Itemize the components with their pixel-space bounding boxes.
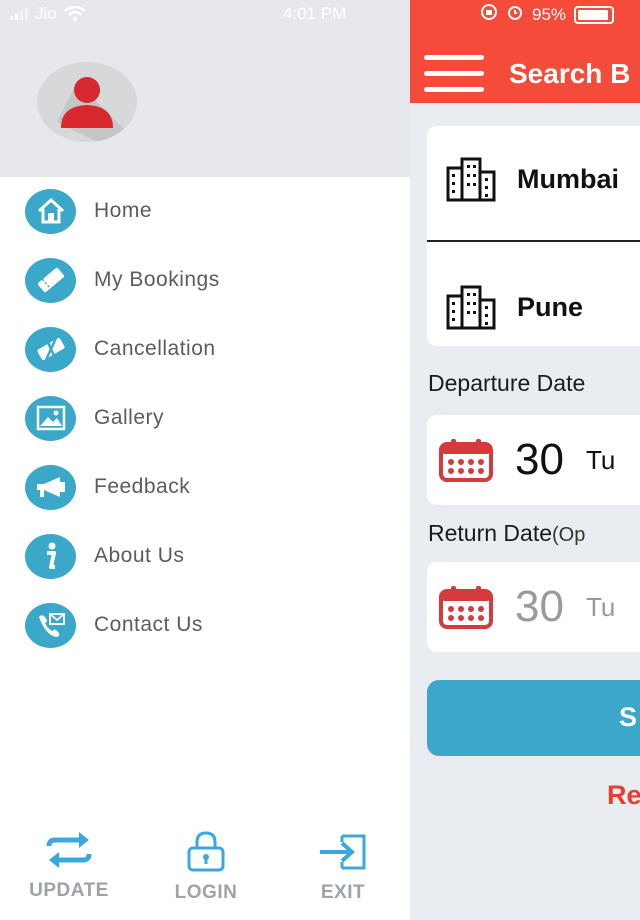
menu-item-label: My Bookings — [94, 268, 220, 291]
to-city-label: Pune — [517, 291, 584, 322]
megaphone-icon — [25, 464, 76, 510]
navigation-drawer: Jio 4:01 PM Home My Bookings Cancellatio… — [0, 0, 410, 920]
hamburger-menu-icon[interactable] — [424, 55, 484, 93]
avatar[interactable] — [37, 62, 137, 142]
calendar-icon — [439, 439, 493, 482]
battery-icon — [574, 5, 615, 24]
login-button[interactable]: LOGIN — [146, 830, 266, 920]
departure-date-field[interactable]: 30 Tu — [427, 415, 640, 505]
to-city-field[interactable]: Pune — [445, 284, 583, 330]
exit-button[interactable]: EXIT — [283, 830, 403, 920]
user-icon — [57, 77, 137, 142]
update-button[interactable]: UPDATE — [9, 830, 129, 920]
drawer-bottom-bar: UPDATE LOGIN EXIT — [0, 830, 410, 920]
divider — [427, 240, 640, 242]
sync-arrows-icon — [46, 832, 92, 868]
drawer-header: Jio 4:01 PM — [0, 0, 410, 177]
menu-item-label: Feedback — [94, 475, 191, 498]
signal-icon — [10, 8, 28, 20]
lock-icon — [187, 831, 225, 872]
departure-day: 30 — [515, 435, 564, 484]
exit-icon — [320, 834, 366, 870]
return-date-field[interactable]: 30 Tu — [427, 562, 640, 652]
building-icon — [446, 285, 496, 330]
menu-item-label: Home — [94, 199, 153, 222]
exit-label: EXIT — [320, 882, 366, 903]
wifi-icon — [63, 6, 86, 21]
menu-item-my-bookings[interactable]: My Bookings — [25, 255, 385, 305]
carrier-name: Jio — [35, 4, 57, 23]
return-date-label: Return Date(Op — [428, 520, 585, 547]
menu-item-cancellation[interactable]: Cancellation — [25, 324, 385, 374]
status-time: 4:01 PM — [283, 4, 347, 23]
menu-item-about-us[interactable]: About Us — [25, 531, 385, 581]
building-icon — [446, 157, 496, 202]
status-bar-right: 95% — [410, 0, 640, 28]
alarm-icon — [506, 3, 524, 26]
menu-item-label: Contact Us — [94, 613, 203, 636]
rotation-lock-icon — [480, 3, 498, 26]
calendar-icon — [439, 586, 493, 629]
reset-link[interactable]: Re — [607, 780, 640, 811]
page-title: Search B — [509, 58, 631, 89]
app-header: Search B — [410, 28, 640, 103]
gallery-icon — [25, 395, 76, 441]
status-bar-left: Jio 4:01 PM — [0, 0, 410, 28]
login-label: LOGIN — [174, 882, 238, 903]
route-card: Mumbai Pune — [427, 126, 640, 346]
ticket-icon — [25, 257, 76, 303]
search-screen: 95% Search B Mumbai Pune Departure Date … — [410, 0, 640, 920]
from-city-label: Mumbai — [517, 163, 620, 194]
update-label: UPDATE — [29, 880, 109, 901]
return-date-label-text: Return Date — [428, 520, 553, 546]
return-day: 30 — [515, 582, 564, 631]
menu-item-label: About Us — [94, 544, 185, 567]
info-icon — [25, 533, 76, 579]
return-weekday: Tu — [585, 591, 616, 622]
optional-label: (Op — [552, 524, 586, 546]
menu-item-label: Cancellation — [94, 337, 216, 360]
menu-item-gallery[interactable]: Gallery — [25, 393, 385, 443]
from-city-field[interactable]: Mumbai — [445, 156, 619, 202]
home-icon — [25, 188, 76, 234]
search-button[interactable]: S — [427, 680, 640, 756]
search-button-label: S — [619, 702, 638, 732]
contact-icon — [25, 602, 76, 648]
menu-item-feedback[interactable]: Feedback — [25, 462, 385, 512]
departure-date-label: Departure Date — [428, 370, 586, 396]
menu-item-home[interactable]: Home — [25, 186, 385, 236]
departure-weekday: Tu — [585, 444, 616, 475]
cancel-ticket-icon — [25, 326, 76, 372]
battery-percent: 95% — [532, 4, 567, 24]
menu-item-label: Gallery — [94, 406, 165, 429]
menu-item-contact-us[interactable]: Contact Us — [25, 600, 385, 650]
